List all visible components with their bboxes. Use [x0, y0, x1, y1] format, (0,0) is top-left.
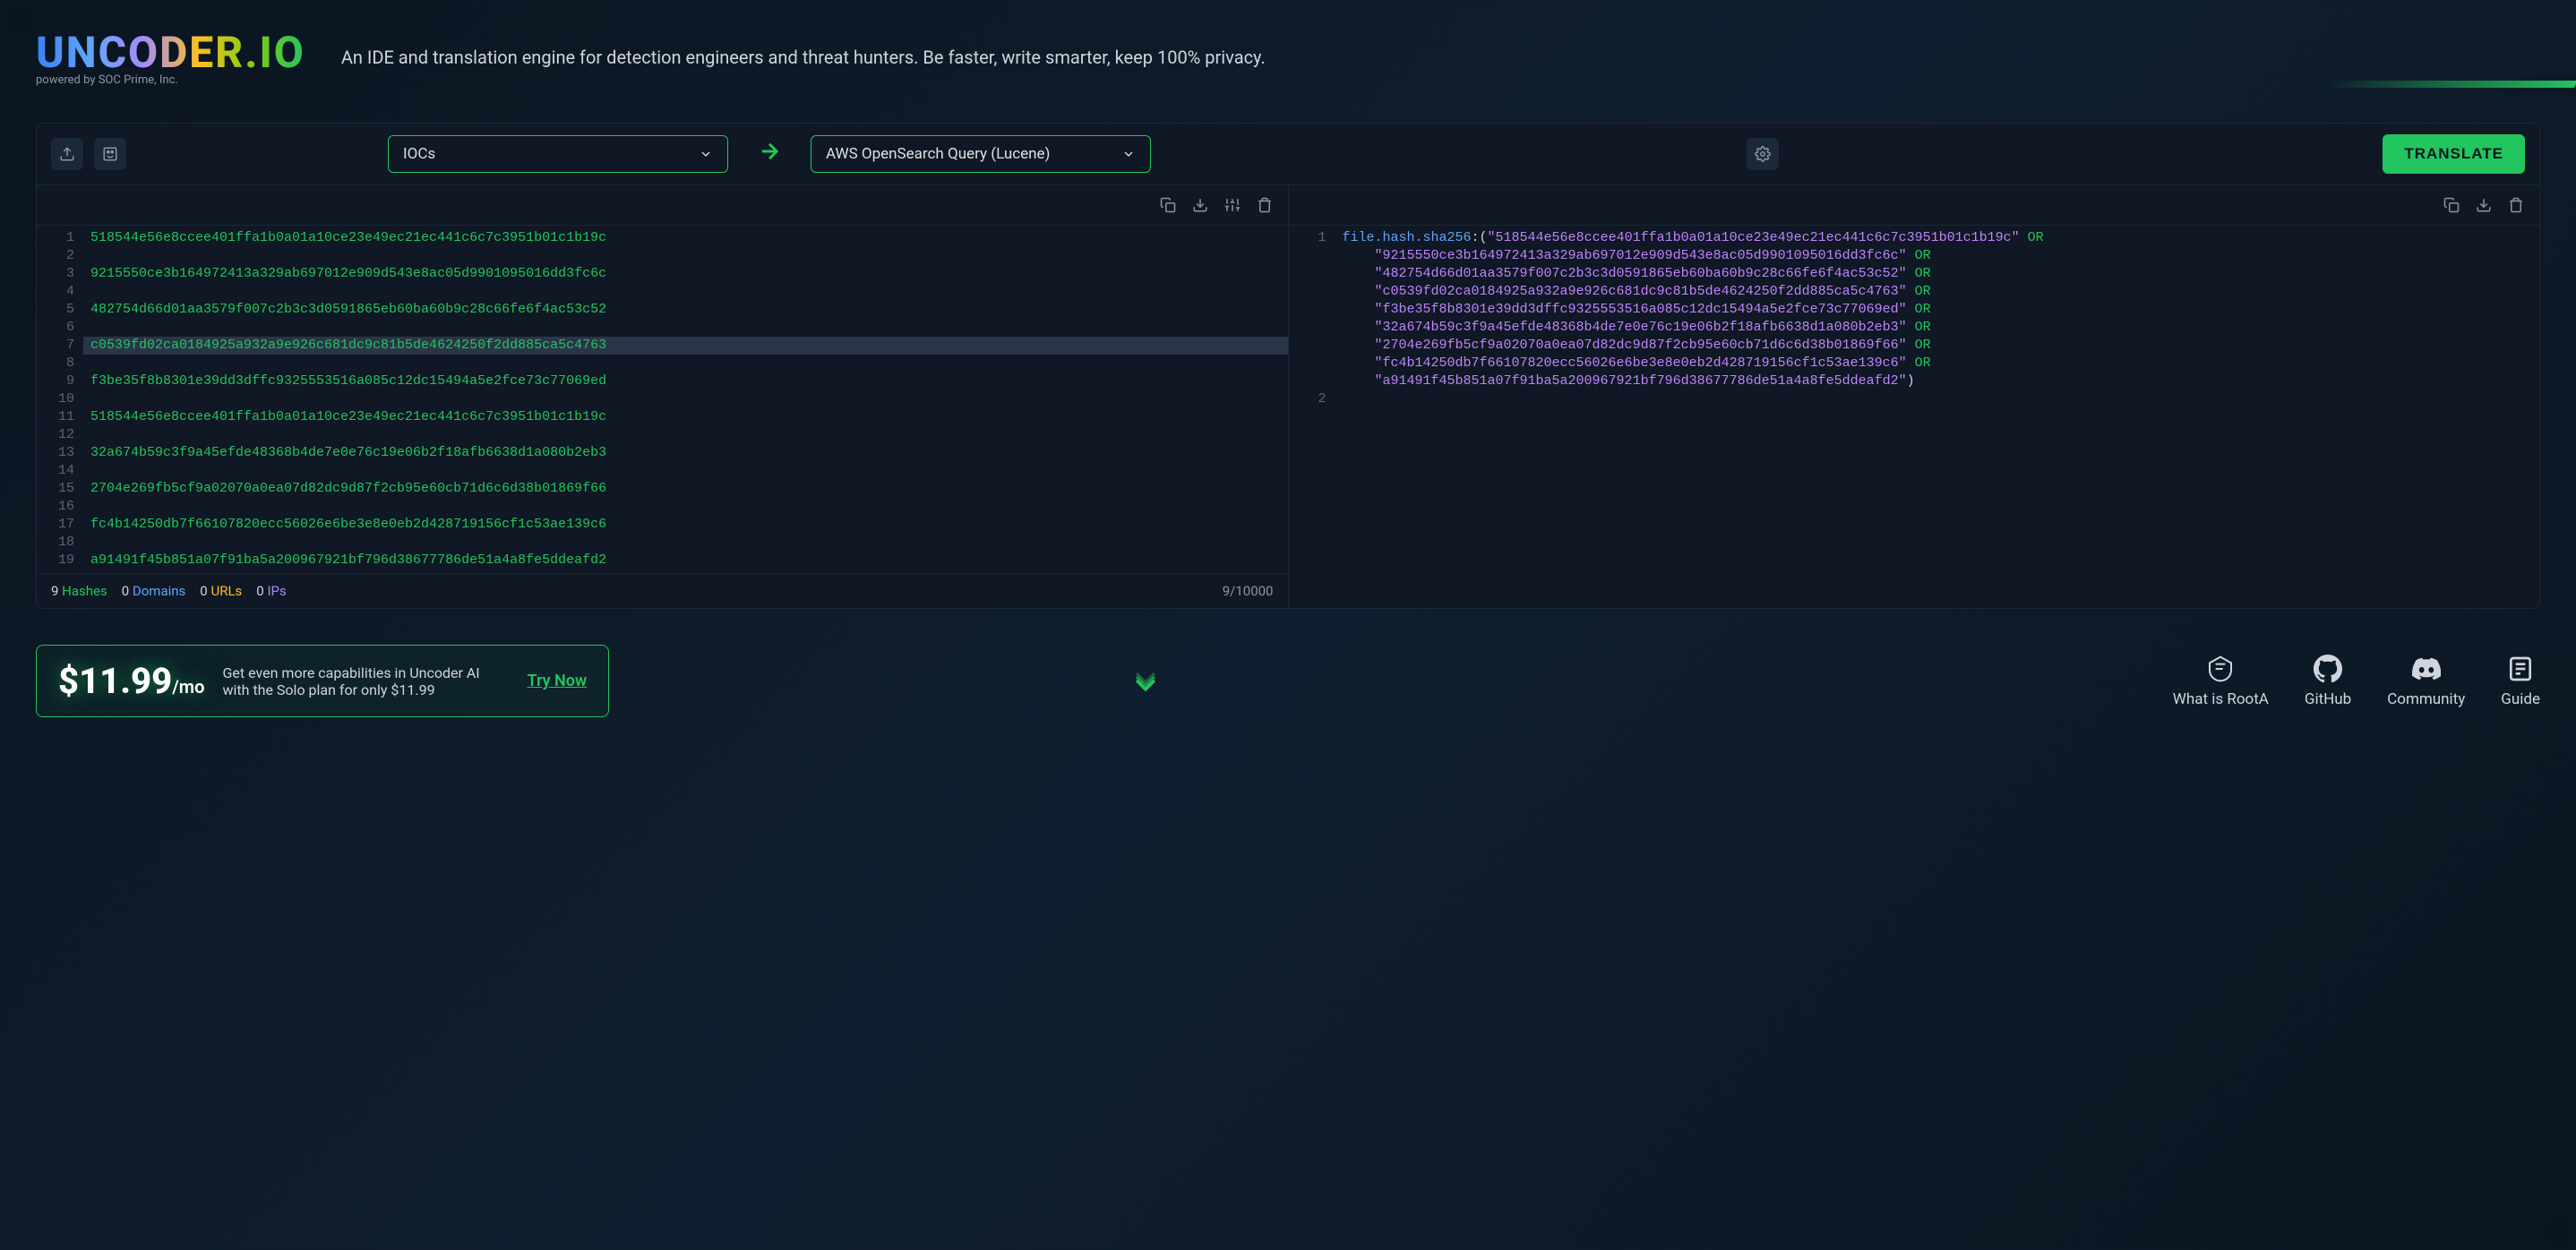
guide-link[interactable]: Guide [2501, 655, 2540, 708]
try-now-link[interactable]: Try Now [528, 672, 588, 690]
community-link[interactable]: Community [2387, 655, 2465, 708]
input-code-lines[interactable]: 518544e56e8ccee401ffa1b0a01a10ce23e49ec2… [83, 226, 1288, 573]
chevron-down-icon [1121, 147, 1136, 161]
download-icon [1192, 197, 1208, 213]
chevron-down-icon [1128, 672, 1163, 690]
upload-icon [59, 146, 75, 162]
translate-button[interactable]: TRANSLATE [2383, 134, 2525, 174]
promo-price: $11.99/mo [58, 660, 205, 702]
download-icon [2476, 197, 2492, 213]
tagline: An IDE and translation engine for detect… [341, 47, 1266, 68]
upload-button[interactable] [51, 138, 83, 170]
clear-button[interactable] [2503, 193, 2529, 218]
main-toolbar: IOCs AWS OpenSearch Query (Lucene) TRANS… [37, 124, 2539, 184]
promo-text: Get even more capabilities in Uncoder AI… [223, 664, 510, 698]
input-code-area[interactable]: 12345678910111213141516171819 518544e56e… [37, 226, 1288, 573]
output-gutter: 12 [1289, 226, 1335, 566]
bottom-row: $11.99/mo Get even more capabilities in … [0, 627, 2576, 735]
settings-button[interactable] [1747, 138, 1779, 170]
stat-ips: 0 IPs [256, 583, 286, 599]
ai-button[interactable] [94, 138, 126, 170]
sliders-icon [1224, 197, 1241, 213]
stat-domains: 0 Domains [122, 583, 186, 599]
char-counter: 9/10000 [1223, 583, 1274, 599]
arrow-right-icon [757, 139, 782, 170]
ai-icon [102, 146, 118, 162]
github-icon [2314, 655, 2342, 683]
trash-icon [1257, 197, 1273, 213]
clear-button[interactable] [1252, 193, 1277, 218]
github-link[interactable]: GitHub [2305, 655, 2351, 708]
chevron-down-icon [699, 147, 713, 161]
input-format-label: IOCs [403, 145, 435, 163]
logo-subtitle: powered by SOC Prime, Inc. [36, 73, 305, 87]
scroll-down-indicator[interactable] [1128, 676, 1163, 687]
download-button[interactable] [1188, 193, 1213, 218]
discord-icon [2412, 655, 2441, 683]
output-format-label: AWS OpenSearch Query (Lucene) [826, 145, 1050, 163]
gear-icon [1755, 146, 1771, 162]
promo-box: $11.99/mo Get even more capabilities in … [36, 645, 609, 717]
input-editor-toolbar [37, 185, 1288, 226]
download-button[interactable] [2471, 193, 2496, 218]
logo-text: UNCODER.IO [36, 27, 305, 78]
stat-hashes: 9 Hashes [51, 583, 107, 599]
copy-button[interactable] [1155, 193, 1181, 218]
editors-container: 12345678910111213141516171819 518544e56e… [37, 184, 2539, 608]
roota-link[interactable]: What is RootA [2173, 655, 2269, 708]
input-editor: 12345678910111213141516171819 518544e56e… [37, 185, 1288, 608]
copy-button[interactable] [2439, 193, 2464, 218]
guide-icon [2506, 655, 2535, 683]
roota-icon [2206, 655, 2235, 683]
filter-button[interactable] [1220, 193, 1245, 218]
output-editor-toolbar [1289, 185, 2540, 226]
stat-urls: 0 URLs [200, 583, 242, 599]
output-editor: 12 file.hash.sha256:("518544e56e8ccee401… [1288, 185, 2540, 608]
input-gutter: 12345678910111213141516171819 [37, 226, 83, 573]
trash-icon [2508, 197, 2524, 213]
copy-icon [2443, 197, 2460, 213]
output-code-lines[interactable]: file.hash.sha256:("518544e56e8ccee401ffa… [1335, 226, 2540, 566]
footer-links: What is RootA GitHub Community Guide [2173, 655, 2540, 708]
copy-icon [1160, 197, 1176, 213]
output-code-area[interactable]: 12 file.hash.sha256:("518544e56e8ccee401… [1289, 226, 2540, 566]
accent-bar [2323, 81, 2576, 88]
logo-block[interactable]: UNCODER.IO powered by SOC Prime, Inc. [36, 27, 305, 87]
stats-bar: 9 Hashes 0 Domains 0 URLs 0 IPs 9/10000 [37, 573, 1288, 608]
main-panel: IOCs AWS OpenSearch Query (Lucene) TRANS… [36, 123, 2540, 609]
input-format-select[interactable]: IOCs [388, 135, 728, 173]
output-format-select[interactable]: AWS OpenSearch Query (Lucene) [811, 135, 1151, 173]
